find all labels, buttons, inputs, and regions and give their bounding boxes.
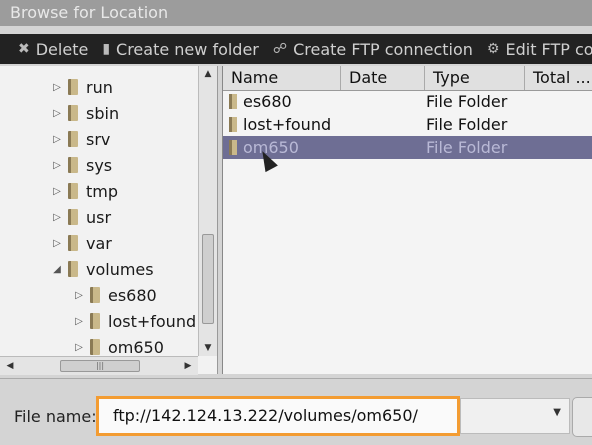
column-header-type[interactable]: Type	[425, 66, 525, 90]
tree-item-label: lost+found	[108, 311, 197, 331]
scroll-left-icon[interactable]: ◀	[2, 357, 18, 375]
folder-icon	[68, 209, 78, 225]
folder-icon	[68, 131, 78, 147]
gear-icon: ⚙	[486, 41, 500, 57]
edit-ftp-label: Edit FTP cor	[505, 39, 592, 59]
column-header-total[interactable]: Total ...	[525, 66, 592, 90]
item-name: lost+found	[243, 115, 332, 134]
create-ftp-label: Create FTP connection	[293, 39, 473, 59]
file-type-dropdown[interactable]: ▼	[460, 398, 570, 434]
tree-item-label: sys	[86, 155, 113, 175]
create-folder-button[interactable]: ▮ Create new folder	[102, 40, 259, 59]
delete-button[interactable]: ✖ Delete	[18, 40, 88, 59]
action-button[interactable]	[572, 397, 592, 437]
folder-icon	[68, 235, 78, 251]
edit-ftp-button[interactable]: ⚙ Edit FTP cor	[487, 40, 592, 59]
folder-icon	[68, 79, 78, 95]
delete-icon: ✖	[18, 41, 30, 57]
name-cell: lost+found	[229, 113, 331, 136]
list-item[interactable]: lost+found File Folder	[223, 113, 592, 136]
item-type: File Folder	[426, 138, 508, 157]
list-item[interactable]: es680 File Folder	[223, 90, 592, 113]
expand-arrow-icon[interactable]: ▷	[72, 290, 86, 301]
tree-item-label: srv	[86, 129, 111, 149]
file-list: Name Date Type Total ... es680 File Fold…	[222, 66, 592, 374]
tree-item-label: run	[86, 77, 113, 97]
expand-arrow-icon[interactable]: ▷	[50, 238, 64, 249]
tree-item-lost-found[interactable]: ▷ lost+found	[72, 308, 196, 334]
folder-icon	[229, 117, 237, 132]
toolbar: ✖ Delete ▮ Create new folder ☍ Create FT…	[0, 34, 592, 64]
folder-icon	[68, 183, 78, 199]
tree-item-sys[interactable]: ▷ sys	[50, 152, 112, 178]
file-name-input[interactable]: ftp://142.124.13.222/volumes/om650/	[96, 396, 460, 436]
tree-item-tmp[interactable]: ▷ tmp	[50, 178, 118, 204]
delete-label: Delete	[35, 39, 89, 59]
create-folder-label: Create new folder	[116, 39, 259, 59]
tree-item-label: volumes	[86, 259, 154, 279]
folder-icon	[68, 105, 78, 121]
folder-tree: ▷ run ▷ sbin ▷ srv ▷ sys ▷ tmp ▷ usr ▷ v…	[0, 66, 218, 374]
scroll-up-icon[interactable]: ▲	[199, 66, 217, 82]
tree-item-label: sbin	[86, 103, 120, 123]
tree-item-run[interactable]: ▷ run	[50, 74, 113, 100]
file-name-label: File name:	[14, 407, 97, 426]
folder-icon	[229, 140, 237, 155]
tree-item-sbin[interactable]: ▷ sbin	[50, 100, 119, 126]
tree-item-usr[interactable]: ▷ usr	[50, 204, 111, 230]
scrollbar-thumb[interactable]	[202, 234, 214, 324]
scroll-right-icon[interactable]: ▶	[180, 357, 196, 375]
expand-arrow-icon[interactable]: ▷	[50, 82, 64, 93]
tree-item-label: var	[86, 233, 112, 253]
file-name-bar: File name: ftp://142.124.13.222/volumes/…	[0, 378, 592, 445]
expand-arrow-icon[interactable]: ▷	[50, 186, 64, 197]
collapse-arrow-icon[interactable]: ◢	[50, 264, 64, 275]
item-type: File Folder	[426, 115, 508, 134]
tree-item-volumes[interactable]: ◢ volumes	[50, 256, 154, 282]
folder-icon	[68, 157, 78, 173]
tree-item-srv[interactable]: ▷ srv	[50, 126, 110, 152]
tree-item-es680[interactable]: ▷ es680	[72, 282, 157, 308]
expand-arrow-icon[interactable]: ▷	[72, 316, 86, 327]
expand-arrow-icon[interactable]: ▷	[72, 342, 86, 353]
scroll-down-icon[interactable]: ▼	[199, 340, 217, 356]
network-icon: ☍	[272, 41, 288, 57]
chevron-down-icon[interactable]: ▼	[553, 407, 561, 418]
create-ftp-button[interactable]: ☍ Create FTP connection	[273, 40, 473, 59]
item-type: File Folder	[426, 92, 508, 111]
tree-item-label: es680	[108, 285, 157, 305]
item-name: es680	[243, 92, 292, 111]
name-cell: es680	[229, 90, 292, 113]
tree-horizontal-scrollbar[interactable]: ◀ ||| ▶	[0, 356, 198, 375]
tree-item-label: usr	[86, 207, 112, 227]
folder-icon	[229, 94, 237, 109]
folder-icon	[90, 287, 100, 303]
folder-icon	[90, 339, 100, 355]
folder-icon: ▮	[102, 41, 111, 57]
expand-arrow-icon[interactable]: ▷	[50, 160, 64, 171]
folder-icon	[90, 313, 100, 329]
list-header: Name Date Type Total ...	[223, 66, 592, 91]
window-title: Browse for Location	[0, 0, 592, 26]
expand-arrow-icon[interactable]: ▷	[50, 108, 64, 119]
list-item-selected[interactable]: om650 File Folder	[223, 136, 592, 159]
tree-item-label: om650	[108, 337, 164, 357]
tree-item-var[interactable]: ▷ var	[50, 230, 112, 256]
tree-item-label: tmp	[86, 181, 119, 201]
tree-vertical-scrollbar[interactable]: ▲ ▼	[198, 66, 217, 356]
column-header-name[interactable]: Name	[223, 66, 341, 90]
expand-arrow-icon[interactable]: ▷	[50, 212, 64, 223]
column-header-date[interactable]: Date	[341, 66, 425, 90]
expand-arrow-icon[interactable]: ▷	[50, 134, 64, 145]
folder-icon	[68, 261, 78, 277]
scrollbar-thumb[interactable]: |||	[60, 360, 140, 372]
